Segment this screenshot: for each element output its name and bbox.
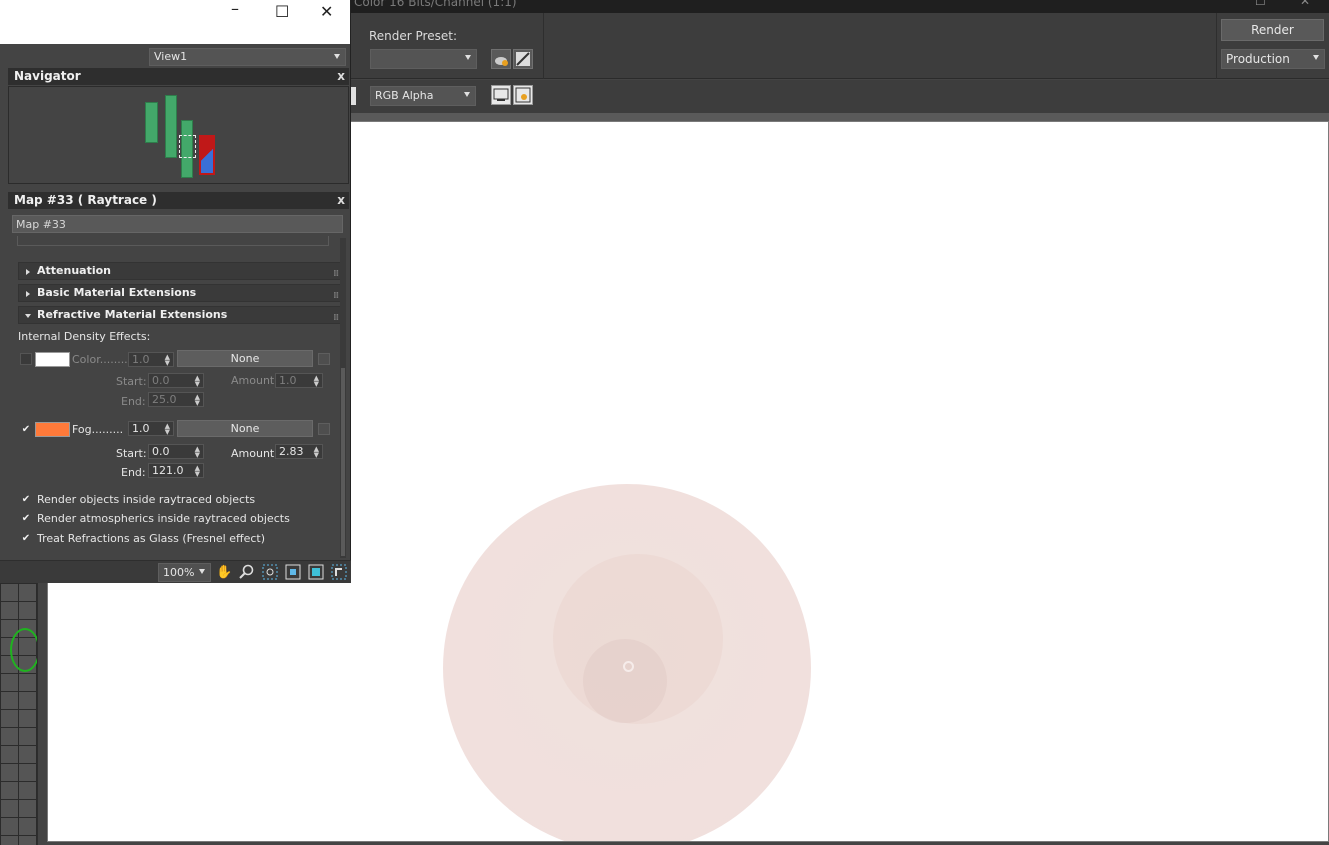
select-region-icon[interactable]: [330, 564, 347, 581]
color-map-button[interactable]: None: [177, 350, 313, 367]
render-window-titlebar: Color 16 Bits/Channel (1:1) ☐ ✕: [350, 0, 1329, 13]
slate-material-editor: – ☐ ✕ View1 Navigator x Map #33 ( Raytra…: [0, 0, 351, 583]
render-button[interactable]: Render: [1221, 19, 1324, 41]
fog-effect-checkbox[interactable]: ✔: [20, 423, 32, 435]
zoom-region-icon[interactable]: [261, 564, 278, 581]
color-effect-label: Color........: [72, 353, 128, 366]
fog-map-button[interactable]: None: [177, 420, 313, 437]
parameter-rollouts: Attenuation ⁞⁞ Basic Material Extensions ⁞…: [8, 236, 348, 559]
color-amount-spinner[interactable]: 1.0 ▲ ▼: [275, 373, 323, 388]
channel-dropdown[interactable]: RGB Alpha: [370, 86, 476, 106]
production-dropdown[interactable]: Production: [1221, 49, 1325, 69]
fog-effect-swatch[interactable]: [35, 422, 70, 437]
color-effect-value[interactable]: 1.0 ▲ ▼: [128, 352, 174, 367]
color-end-spinner[interactable]: 25.0 ▲ ▼: [148, 392, 204, 407]
navigator-view[interactable]: [8, 86, 349, 184]
rollout-attenuation[interactable]: Attenuation ⁞⁞: [18, 262, 345, 280]
color-start-spinner[interactable]: 0.0 ▲ ▼: [148, 373, 204, 388]
pan-hand-icon[interactable]: ✋: [216, 564, 233, 581]
fog-start-label: Start:: [116, 447, 147, 460]
internal-density-label: Internal Density Effects:: [18, 330, 151, 343]
fog-start-spinner[interactable]: 0.0 ▲ ▼: [148, 444, 204, 459]
color-start-label: Start:: [116, 375, 147, 388]
navigator-view-rect: [199, 135, 215, 175]
render-preset-dropdown[interactable]: [370, 49, 477, 69]
teapot-settings-icon[interactable]: [491, 49, 511, 69]
maximize-icon[interactable]: ☐: [275, 2, 289, 21]
fog-map-toggle[interactable]: [318, 423, 330, 435]
color-end-label: End:: [121, 395, 146, 408]
color-amount-label: Amount:: [231, 374, 278, 387]
render-window-title: Color 16 Bits/Channel (1:1): [354, 0, 517, 9]
rendered-sphere: [443, 484, 811, 841]
slate-bottom-toolbar: 100% ✋: [0, 560, 351, 583]
color-effect-swatch[interactable]: [35, 352, 70, 367]
clone-frame-icon[interactable]: [513, 85, 533, 105]
zoom-selected-icon[interactable]: [307, 564, 324, 581]
slate-titlebar: – ☐ ✕: [0, 0, 350, 44]
env-exposure-icon[interactable]: [513, 49, 533, 69]
zoom-dropdown[interactable]: 100%: [158, 563, 211, 582]
treat-refractions-label: Treat Refractions as Glass (Fresnel effe…: [37, 532, 266, 545]
fog-end-label: End:: [121, 466, 146, 479]
map-panel-header: Map #33 ( Raytrace ) x: [8, 192, 349, 209]
wireframe-sphere: [10, 628, 40, 672]
parameter-scrollbar[interactable]: [340, 238, 346, 558]
color-effect-checkbox[interactable]: [20, 353, 32, 365]
background-viewport: [0, 583, 47, 845]
render-atmospherics-checkbox[interactable]: ✔: [20, 512, 32, 524]
minimize-icon[interactable]: –: [231, 0, 239, 18]
zoom-icon[interactable]: [238, 564, 255, 581]
fog-amount-spinner[interactable]: 2.83 ▲ ▼: [275, 444, 323, 459]
maximize-icon[interactable]: ☐: [1255, 0, 1266, 8]
treat-refractions-checkbox[interactable]: ✔: [20, 532, 32, 544]
fog-amount-label: Amount:: [231, 447, 278, 460]
close-icon[interactable]: ✕: [1300, 0, 1310, 8]
rollout-refractive-material-extensions[interactable]: Refractive Material Extensions ⁞⁞: [18, 306, 345, 324]
render-frame-toolbar: Render Preset: Render Production: [350, 13, 1329, 79]
close-icon[interactable]: ✕: [320, 2, 333, 21]
view-dropdown[interactable]: View1: [149, 48, 346, 66]
display-icon[interactable]: [491, 85, 511, 105]
map-name-field[interactable]: Map #33: [12, 215, 343, 233]
zoom-extents-icon[interactable]: [284, 564, 301, 581]
render-objects-checkbox[interactable]: ✔: [20, 493, 32, 505]
color-map-toggle[interactable]: [318, 353, 330, 365]
navigator-header: Navigator x: [8, 68, 349, 85]
fog-end-spinner[interactable]: 121.0 ▲ ▼: [148, 463, 204, 478]
fog-effect-value[interactable]: 1.0 ▲ ▼: [128, 421, 174, 436]
rollout-basic-material-extensions[interactable]: Basic Material Extensions ⁞⁞: [18, 284, 345, 302]
render-frame-divider: [350, 113, 1329, 121]
render-objects-label: Render objects inside raytraced objects: [37, 493, 256, 506]
render-atmospherics-label: Render atmospherics inside raytraced obj…: [37, 512, 290, 525]
render-frame-secondary-toolbar: RGB Alpha: [350, 80, 1329, 113]
close-navigator-icon[interactable]: x: [337, 68, 345, 85]
render-preset-label: Render Preset:: [369, 29, 457, 43]
fog-effect-label: Fog.........: [72, 423, 124, 436]
close-map-panel-icon[interactable]: x: [337, 192, 345, 209]
